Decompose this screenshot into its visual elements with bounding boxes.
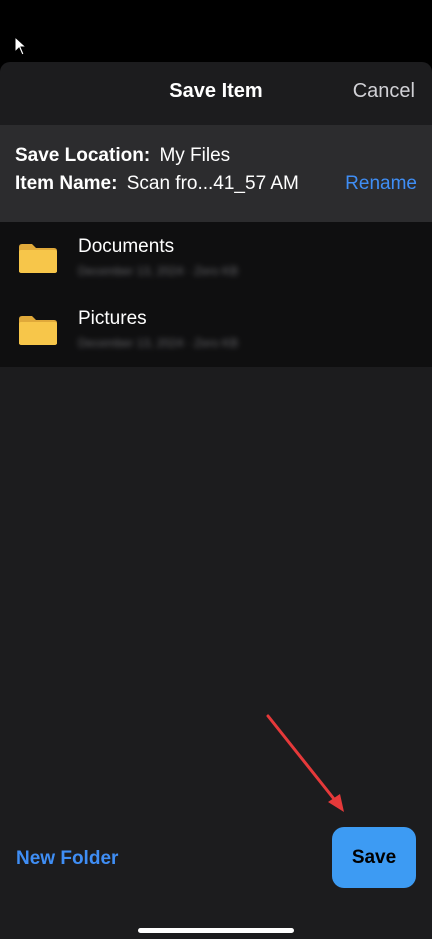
folder-name: Documents [78, 236, 175, 257]
folder-item-documents[interactable]: Documents December 13, 2024 · Zero KB [0, 222, 432, 294]
save-item-sheet: Save Item Cancel Save Location: My Files… [0, 62, 432, 939]
item-name-label: Item Name: [15, 173, 118, 194]
save-button[interactable]: Save [332, 827, 416, 888]
folder-icon [19, 316, 57, 345]
folder-name: Pictures [78, 308, 147, 329]
save-location-value: My Files [159, 145, 231, 166]
navigation-bar: Save Item Cancel [0, 62, 432, 124]
item-name-value: Scan fro...41_57 AM [126, 173, 299, 194]
status-bar-area [0, 0, 432, 62]
folder-list: Documents December 13, 2024 · Zero KB Pi… [0, 222, 432, 367]
screen: Save Item Cancel Save Location: My Files… [0, 0, 432, 939]
save-location-label: Save Location: [15, 145, 151, 166]
new-folder-button[interactable]: New Folder [16, 848, 118, 870]
rename-button[interactable]: Rename [345, 173, 417, 195]
mouse-pointer-icon [14, 36, 28, 56]
save-info-panel: Save Location: My Files Item Name: Scan … [0, 125, 432, 222]
home-indicator [138, 928, 294, 933]
item-name-row: Item Name: Scan fro...41_57 AM Rename [15, 173, 417, 195]
cancel-button[interactable]: Cancel [353, 80, 415, 103]
save-location-row: Save Location: My Files [15, 145, 230, 167]
folder-icon [19, 244, 57, 273]
folder-item-pictures[interactable]: Pictures December 13, 2024 · Zero KB [0, 294, 432, 366]
folder-meta: December 13, 2024 · Zero KB [78, 336, 239, 350]
annotation-arrow-icon [266, 714, 344, 812]
folder-meta: December 13, 2024 · Zero KB [78, 264, 239, 278]
